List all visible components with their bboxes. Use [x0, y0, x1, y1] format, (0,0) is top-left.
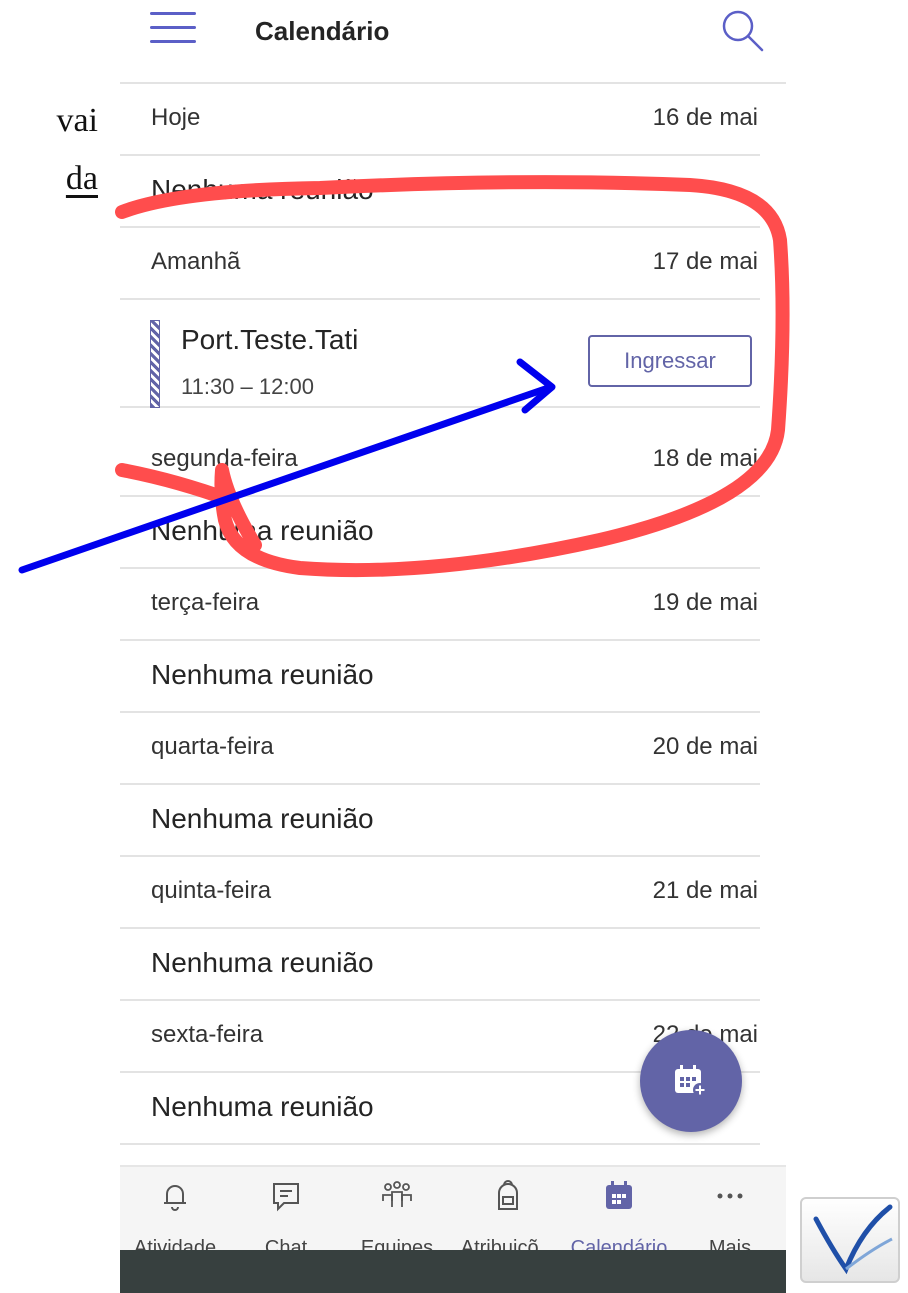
day-header-wednesday: quarta-feira 20 de mai [120, 713, 760, 785]
no-meeting-text: Nenhuma reunião [151, 174, 374, 205]
chat-icon [273, 1183, 299, 1212]
no-meeting-text: Nenhuma reunião [151, 803, 374, 834]
no-meeting-text: Nenhuma reunião [151, 659, 374, 690]
day-name: Amanhã [151, 248, 241, 275]
day-date: 21 de mai [652, 877, 758, 904]
calendar-screen: Calendário Hoje 16 de mai Nenhuma reuniã… [120, 0, 786, 1293]
check-logo-icon [813, 1204, 893, 1275]
more-dots-icon [717, 1193, 743, 1199]
side-text-fragment-1: vai [56, 102, 98, 139]
new-meeting-button[interactable] [640, 1030, 742, 1132]
calendar-icon [606, 1181, 632, 1209]
no-meeting-text: Nenhuma reunião [151, 1091, 374, 1122]
teams-icon [382, 1181, 412, 1207]
no-meeting-row: Nenhuma reunião [120, 497, 760, 569]
day-name: terça-feira [151, 589, 260, 616]
app-header: Calendário [120, 0, 786, 84]
bell-icon [164, 1185, 186, 1211]
day-date: 17 de mai [652, 248, 758, 275]
system-navigation-bar [120, 1250, 786, 1293]
meeting-item[interactable]: Port.Teste.Tati 11:30 – 12:00 Ingressar [120, 302, 760, 408]
day-date: 20 de mai [652, 733, 758, 760]
side-text-fragment-2: da [65, 160, 98, 197]
day-header-monday: segunda-feira 18 de mai [120, 425, 760, 497]
page-title: Calendário [255, 16, 390, 46]
day-header-thursday: quinta-feira 21 de mai [120, 857, 760, 929]
day-date: 16 de mai [652, 104, 758, 131]
day-name: sexta-feira [151, 1021, 264, 1048]
meeting-title: Port.Teste.Tati [181, 324, 359, 355]
day-date: 18 de mai [652, 445, 758, 472]
day-name: segunda-feira [151, 445, 298, 472]
day-header-tomorrow: Amanhã 17 de mai [120, 228, 760, 300]
day-date: 19 de mai [652, 589, 758, 616]
day-name: quinta-feira [151, 877, 272, 904]
no-meeting-row: Nenhuma reunião [120, 785, 760, 857]
no-meeting-row: Nenhuma reunião [120, 156, 760, 228]
meeting-time: 11:30 – 12:00 [181, 374, 314, 399]
no-meeting-row: Nenhuma reunião [120, 641, 760, 713]
day-header-tuesday: terça-feira 19 de mai [120, 569, 760, 641]
hamburger-menu-icon[interactable] [150, 12, 196, 48]
watermark-logo [800, 1197, 900, 1283]
day-name: quarta-feira [151, 733, 274, 760]
join-meeting-button[interactable]: Ingressar [588, 335, 752, 387]
search-icon[interactable] [718, 6, 766, 54]
day-name: Hoje [151, 104, 201, 131]
backpack-icon [498, 1180, 518, 1210]
meeting-status-bar [150, 320, 160, 408]
day-header-today: Hoje 16 de mai [120, 84, 760, 156]
no-meeting-row: Nenhuma reunião [120, 929, 760, 1001]
new-meeting-calendar-icon [675, 1065, 707, 1097]
no-meeting-text: Nenhuma reunião [151, 515, 374, 546]
no-meeting-text: Nenhuma reunião [151, 947, 374, 978]
